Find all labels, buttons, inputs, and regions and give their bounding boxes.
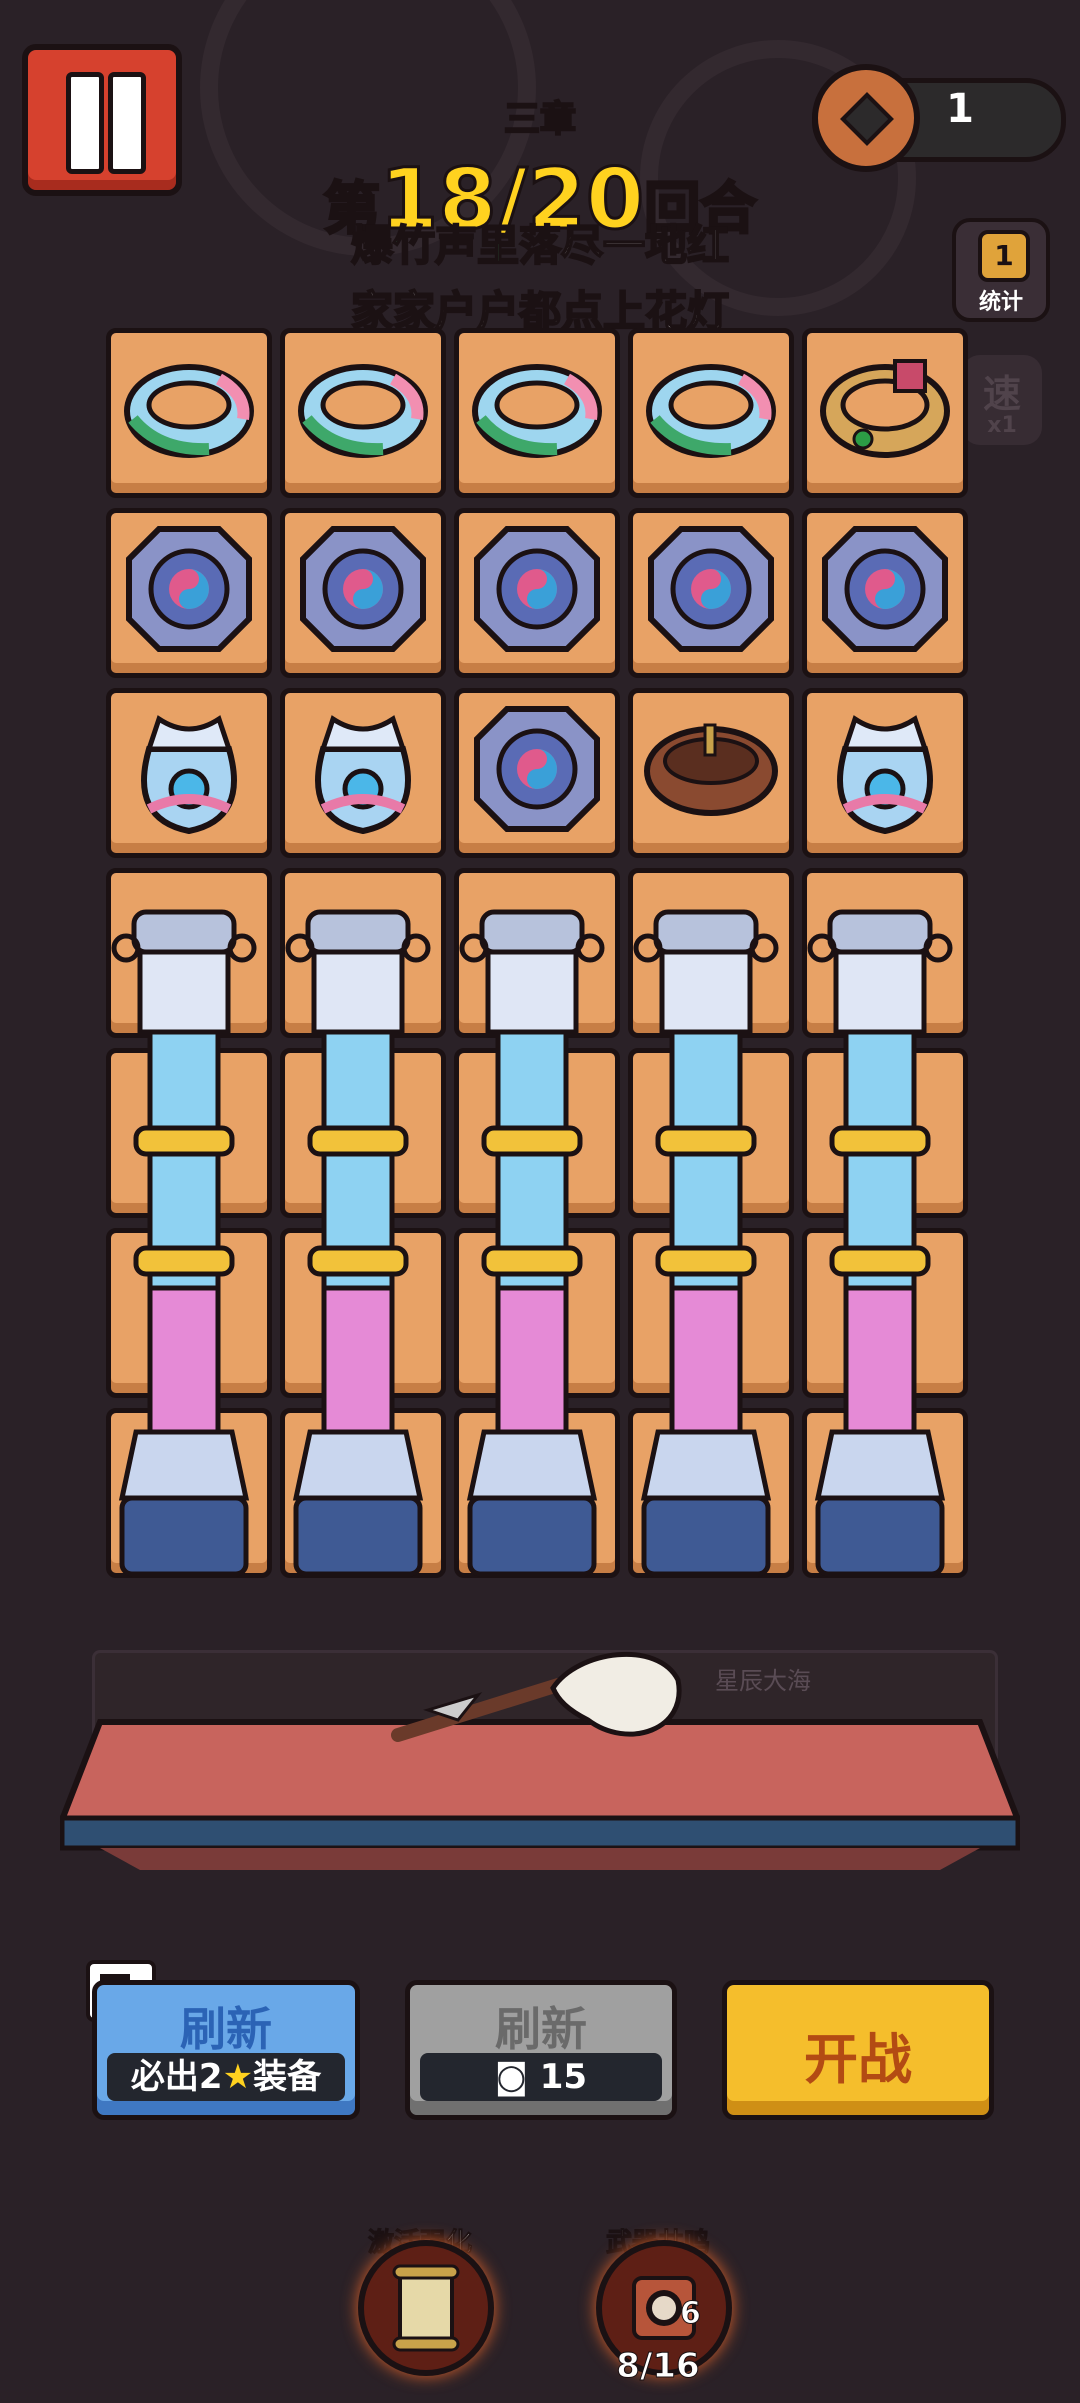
speed-value: x1: [987, 413, 1017, 438]
pillar-icon[interactable]: [628, 908, 784, 1588]
ad-refresh-subtitle: 必出2★装备: [107, 2053, 345, 2101]
star-icon: ★: [222, 2057, 254, 2097]
resonance-level: 6: [680, 2296, 702, 2332]
jade-bracelet-icon: [472, 364, 602, 458]
lyric-rest: 尽一地红: [560, 220, 730, 271]
inventory-slot[interactable]: [802, 688, 968, 858]
podium-icon: 1: [978, 230, 1030, 282]
scroll-icon: [392, 2264, 460, 2352]
inventory-slot[interactable]: [628, 328, 794, 498]
pillar-icon[interactable]: [454, 908, 610, 1588]
coin-count: 1: [946, 86, 974, 132]
activate-upgrade-button[interactable]: [358, 2240, 494, 2376]
inventory-slot[interactable]: [106, 688, 272, 858]
pouch-icon: [141, 715, 237, 835]
taiji-disc-icon: [822, 526, 948, 652]
inventory-slot[interactable]: [280, 688, 446, 858]
start-battle-button[interactable]: 开战: [722, 1980, 994, 2120]
inventory-slot[interactable]: [106, 508, 272, 678]
ad-refresh-label: 刷新: [180, 2002, 272, 2056]
stats-label: 统计: [978, 290, 1023, 315]
inventory-slot[interactable]: [454, 328, 620, 498]
ad-refresh-button[interactable]: 刷新 必出2★装备: [92, 1980, 360, 2120]
start-battle-label: 开战: [804, 2028, 912, 2091]
leather-bracer-icon: [644, 723, 778, 816]
resonance-progress: 8/16: [616, 2346, 700, 2387]
speed-button[interactable]: 速 x1: [962, 355, 1042, 445]
jade-bracelet-icon: [124, 364, 254, 458]
pouch-icon: [315, 715, 411, 835]
pillar-icon[interactable]: [106, 908, 262, 1588]
whisk-weapon-icon[interactable]: [388, 1640, 688, 1770]
coin-refresh-cost: ◙ 15: [420, 2053, 662, 2101]
coin-refresh-button[interactable]: 刷新 ◙ 15: [405, 1980, 677, 2120]
inventory-slot[interactable]: [106, 328, 272, 498]
inventory-slot[interactable]: [628, 508, 794, 678]
pouch-icon: [837, 715, 933, 835]
taiji-disc-icon: [126, 526, 252, 652]
pillar-icon[interactable]: [802, 908, 958, 1588]
taiji-disc-icon: [300, 526, 426, 652]
inventory-slot[interactable]: [628, 688, 794, 858]
lyric-highlight: 爆竹声里落: [350, 220, 562, 271]
pillar-icon[interactable]: [280, 908, 436, 1588]
coin-refresh-label: 刷新: [495, 2002, 587, 2056]
jade-bracelet-icon: [646, 364, 776, 458]
inventory-slot[interactable]: [802, 328, 968, 498]
coin-icon: [812, 64, 920, 172]
inventory-slot[interactable]: [802, 508, 968, 678]
gold-ring-icon: [820, 359, 950, 458]
inventory-slot[interactable]: [454, 688, 620, 858]
hidden-label: 星辰大海: [715, 1667, 811, 1695]
taiji-disc-icon: [474, 706, 600, 832]
lyric-line-1: 爆竹声里落尽一地红: [0, 212, 1080, 273]
coin-icon: ◙: [494, 2057, 528, 2097]
taiji-disc-icon: [474, 526, 600, 652]
taiji-disc-icon: [648, 526, 774, 652]
jade-bracelet-icon: [298, 364, 428, 458]
inventory-slot[interactable]: [454, 508, 620, 678]
inventory-slot[interactable]: [280, 328, 446, 498]
inventory-slot[interactable]: [280, 508, 446, 678]
speed-label: 速: [982, 372, 1021, 416]
stats-button[interactable]: 1 统计: [952, 218, 1050, 322]
